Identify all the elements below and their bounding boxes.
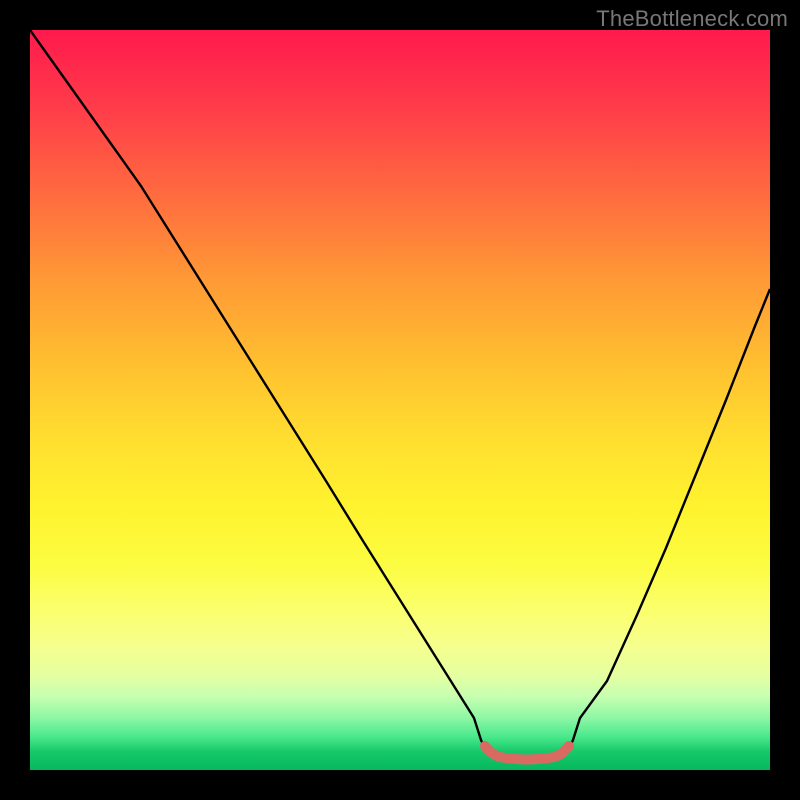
watermark-text: TheBottleneck.com [596,6,788,32]
plot-area [30,30,770,770]
optimal-range-highlight [485,746,569,760]
chart-svg [30,30,770,770]
bottleneck-curve-path [30,30,770,756]
chart-frame: TheBottleneck.com [0,0,800,800]
